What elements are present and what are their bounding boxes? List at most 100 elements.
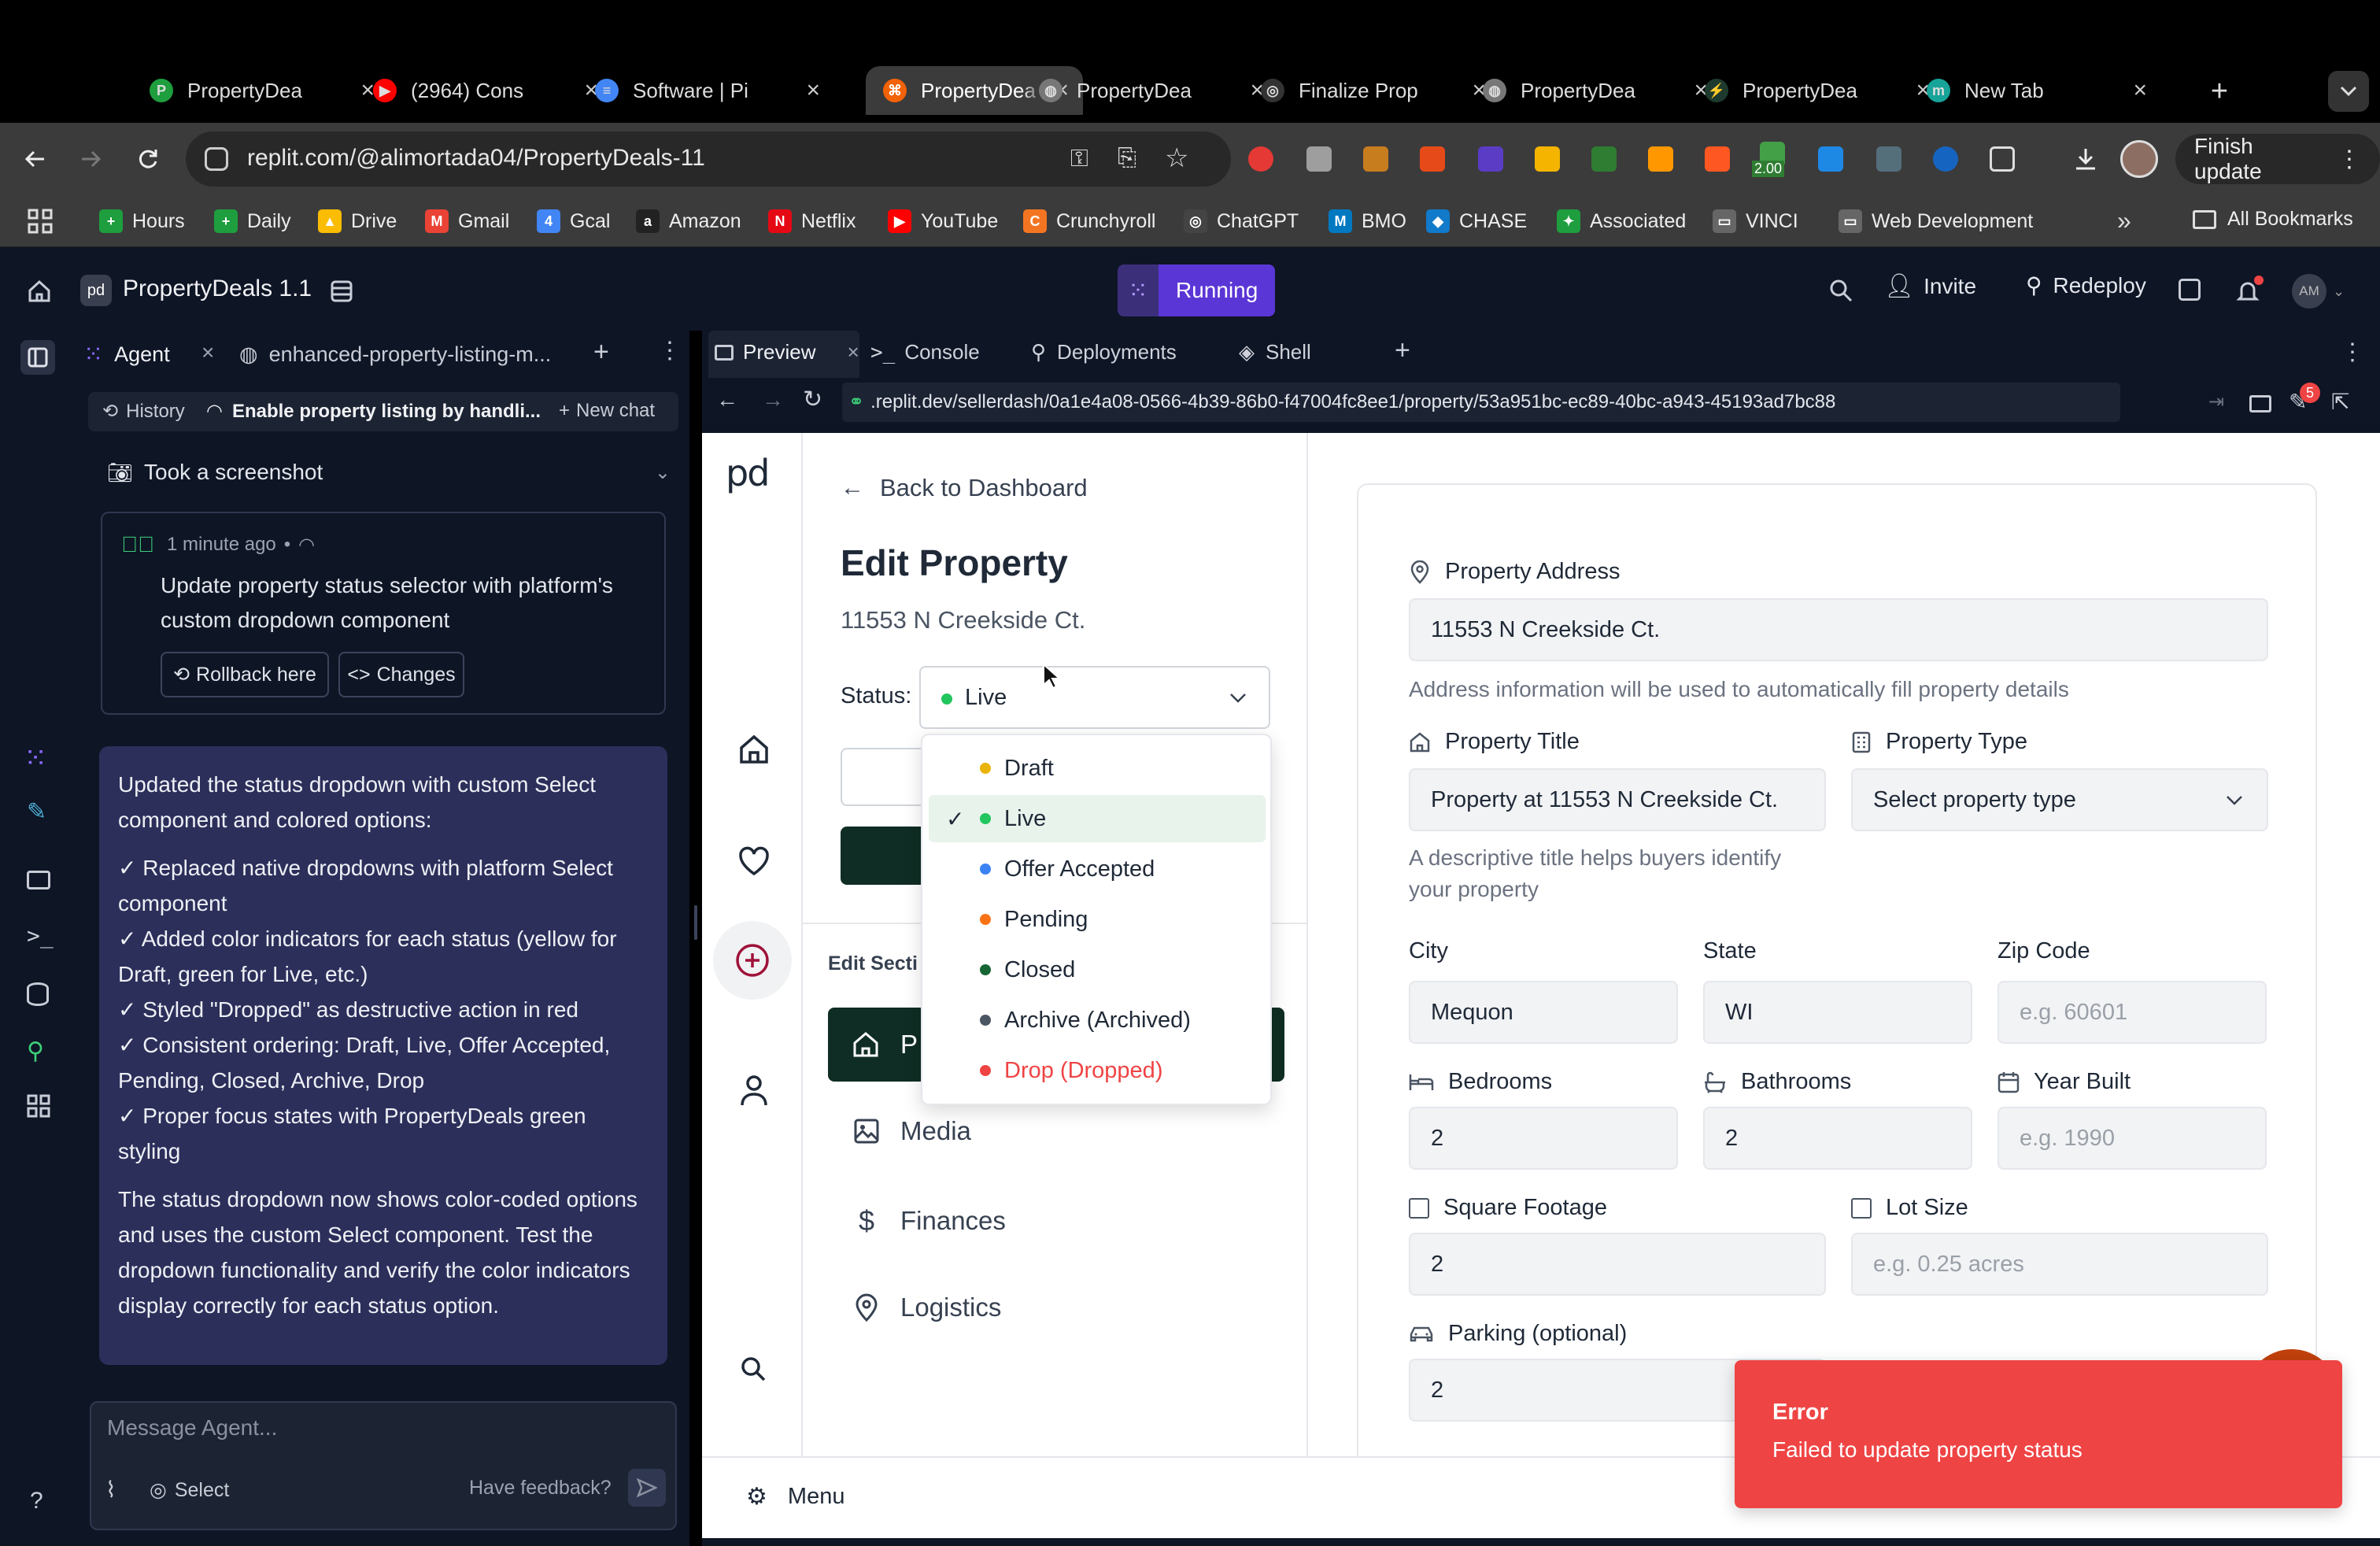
feedback-link[interactable]: Have feedback?: [469, 1477, 612, 1500]
close-icon[interactable]: ×: [847, 340, 859, 364]
apps-grid-icon[interactable]: [27, 208, 54, 235]
status-option[interactable]: Archive (Archived): [922, 997, 1270, 1044]
app-logo[interactable]: pd: [726, 452, 770, 494]
send-button[interactable]: [628, 1469, 666, 1507]
bookmark-item[interactable]: M BMO: [1329, 203, 1406, 239]
extensions-puzzle-icon[interactable]: [1990, 146, 2015, 172]
notification-bell-icon[interactable]: [2232, 276, 2264, 307]
panel-resize-handle[interactable]: [694, 905, 697, 940]
nav-heart-icon[interactable]: [737, 844, 771, 878]
home-icon[interactable]: [24, 276, 55, 307]
reload-icon[interactable]: [132, 143, 164, 175]
webview-back-icon[interactable]: ←: [716, 387, 738, 412]
section-item-media[interactable]: Media: [853, 1116, 971, 1146]
install-app-icon[interactable]: ⎘: [1118, 145, 1136, 172]
bookmarks-overflow-icon[interactable]: »: [2117, 206, 2131, 235]
lot-size-input[interactable]: e.g. 0.25 acres: [1851, 1233, 2268, 1296]
bookmark-item[interactable]: N Netflix: [768, 203, 856, 239]
tab-file[interactable]: ◍ enhanced-property-listing-m...: [239, 331, 551, 378]
square-footage-input[interactable]: 2: [1409, 1233, 1826, 1296]
tab-search-chevron-icon[interactable]: [2328, 71, 2369, 112]
tab-console[interactable]: >_ Console: [870, 340, 980, 364]
webview-url[interactable]: ⚭ .replit.dev/sellerdash/0a1e4a08-0566-4…: [848, 390, 1835, 413]
tab-deployments[interactable]: ⚲ Deployments: [1031, 340, 1177, 364]
changes-button[interactable]: <> Changes: [338, 652, 464, 697]
property-type-select[interactable]: Select property type: [1851, 768, 2268, 831]
extension-icon[interactable]: [1478, 146, 1503, 172]
address-input[interactable]: 11553 N Creekside Ct.: [1409, 598, 2268, 661]
extension-icon[interactable]: [1535, 146, 1560, 172]
browser-tab[interactable]: ◎ Finalize Prop ×: [1244, 66, 1500, 115]
add-tab-icon[interactable]: +: [1395, 335, 1410, 366]
extension-icon[interactable]: [1705, 146, 1730, 172]
bookmark-item[interactable]: ◆ CHASE: [1426, 203, 1527, 239]
address-bar[interactable]: replit.com/@alimortada04/PropertyDeals-1…: [186, 131, 1231, 187]
tab-preview[interactable]: Preview ×: [715, 340, 859, 364]
external-link-icon[interactable]: ⇱: [2331, 389, 2349, 415]
more-vertical-icon[interactable]: ⋮: [658, 337, 682, 364]
assistant-icon[interactable]: ✎: [27, 798, 46, 826]
browser-tab[interactable]: ◍ PropertyDea ×: [1022, 66, 1278, 115]
new-chat-button[interactable]: + New chat: [559, 400, 655, 422]
file-tree-icon[interactable]: [327, 277, 356, 305]
deployments-icon[interactable]: ⚲: [27, 1037, 44, 1065]
browser-tab[interactable]: ⚡ PropertyDea ×: [1687, 66, 1944, 115]
all-tools-icon[interactable]: [27, 1094, 50, 1118]
screenshot-row[interactable]: 📷︎ Took a screenshot ⌄: [107, 460, 671, 485]
invite-button[interactable]: 👤︎ Invite: [1884, 272, 1976, 300]
open-arrow-icon[interactable]: ⇥: [2208, 390, 2224, 413]
nav-profile-icon[interactable]: [738, 1074, 770, 1107]
close-icon[interactable]: ×: [201, 340, 214, 365]
chat-title[interactable]: ◠ Enable property listing by handli...: [206, 400, 541, 423]
bedrooms-input[interactable]: 2: [1409, 1107, 1678, 1170]
new-tab-button[interactable]: +: [2204, 75, 2235, 108]
year-built-input[interactable]: e.g. 1990: [1998, 1107, 2267, 1170]
password-key-icon[interactable]: ⚿: [1070, 146, 1088, 172]
bookmark-item[interactable]: M Gmail: [425, 203, 509, 239]
all-bookmarks[interactable]: All Bookmarks: [2193, 208, 2353, 231]
help-icon[interactable]: ?: [30, 1488, 43, 1515]
extension-icon[interactable]: [1933, 146, 1958, 172]
back-arrow-icon[interactable]: [19, 143, 50, 175]
bookmark-item[interactable]: + Daily: [214, 203, 291, 239]
tab-agent[interactable]: ⁙ Agent: [83, 331, 170, 378]
status-option[interactable]: Closed: [922, 946, 1270, 993]
tab-shell[interactable]: ◈ Shell: [1239, 340, 1311, 364]
state-input[interactable]: WI: [1703, 981, 1972, 1044]
extension-icon[interactable]: [1648, 146, 1673, 172]
status-select[interactable]: Live: [919, 666, 1270, 729]
status-option[interactable]: Drop (Dropped): [922, 1047, 1270, 1094]
devices-icon[interactable]: [2249, 395, 2271, 412]
download-icon[interactable]: [2070, 143, 2101, 175]
redeploy-button[interactable]: ⚲ Redeploy: [2026, 272, 2146, 298]
nav-search-icon[interactable]: [740, 1356, 767, 1382]
menu-button[interactable]: ⚙ Menu: [746, 1483, 844, 1511]
nav-home-icon[interactable]: [737, 732, 771, 767]
forward-arrow-icon[interactable]: [76, 143, 107, 175]
status-option[interactable]: Offer Accepted: [922, 845, 1270, 893]
section-item-finances[interactable]: $ Finances: [853, 1204, 1006, 1237]
bookmark-item[interactable]: ▭ VINCI: [1713, 203, 1798, 239]
preview-icon[interactable]: [27, 871, 50, 890]
webview-forward-icon[interactable]: →: [762, 387, 784, 412]
browser-tab[interactable]: P PropertyDea ×: [132, 66, 389, 115]
extension-icon[interactable]: [1420, 146, 1445, 172]
agent-icon[interactable]: ⁙: [24, 742, 47, 775]
address-url[interactable]: replit.com/@alimortada04/PropertyDeals-1…: [247, 145, 705, 172]
bookmark-item[interactable]: a Amazon: [636, 203, 741, 239]
bookmark-item[interactable]: ▭ Web Development: [1839, 203, 2033, 239]
history-button[interactable]: ⟲ History: [102, 400, 185, 423]
sidebar-toggle-icon[interactable]: [20, 340, 55, 375]
user-avatar[interactable]: AM ⌄: [2292, 274, 2345, 309]
site-info-icon[interactable]: [205, 147, 228, 171]
search-icon[interactable]: [1826, 276, 1856, 305]
message-input[interactable]: Message Agent...: [107, 1415, 277, 1441]
browser-tab[interactable]: m New Tab ×: [1909, 66, 2161, 115]
browser-tab[interactable]: ▶ (2964) Cons ×: [356, 66, 612, 115]
browser-tab[interactable]: ◍ PropertyDea ×: [1465, 66, 1722, 115]
city-input[interactable]: Mequon: [1409, 981, 1678, 1044]
add-tab-icon[interactable]: +: [593, 337, 609, 368]
project-name[interactable]: PropertyDeals 1.1: [123, 276, 312, 302]
title-input[interactable]: Property at 11553 N Creekside Ct.: [1409, 768, 1826, 831]
status-option[interactable]: ✓ Live: [929, 795, 1266, 842]
